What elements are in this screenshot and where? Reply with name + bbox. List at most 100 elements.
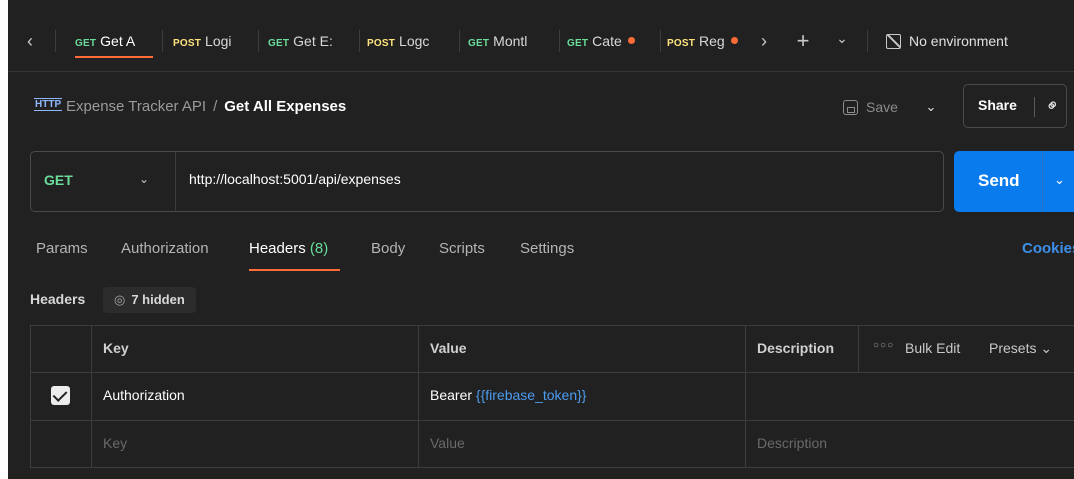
column-header-value: Value [418, 326, 745, 372]
tab-login[interactable]: POST Logi [173, 26, 253, 62]
save-options-chevron-icon[interactable]: ⌄ [916, 90, 946, 124]
http-icon: HTTP [34, 98, 63, 111]
scroll-tabs-right-icon[interactable]: › [756, 30, 772, 52]
variable-token[interactable]: {{firebase_token}} [476, 387, 587, 403]
tab-method: POST [367, 38, 396, 49]
tab-divider [55, 30, 56, 52]
tab-method: GET [268, 38, 290, 49]
chevron-down-icon[interactable]: ⌄ [139, 172, 149, 186]
hidden-headers-toggle[interactable]: ◎ 7 hidden [103, 287, 196, 313]
environment-selector[interactable]: No environment [886, 30, 1008, 52]
share-button[interactable]: Share [978, 97, 1017, 113]
postman-window: ‹ GET Get A POST Logi GET Get E: POST Logc G… [8, 0, 1074, 479]
more-options-icon[interactable]: ○○○ [873, 340, 894, 351]
chevron-down-icon: ⌄ [1040, 340, 1053, 356]
environment-label: No environment [909, 33, 1008, 49]
tab-title: Montl [493, 33, 528, 49]
headers-table: Key Value Description ○○○ Bulk Edit Pres… [30, 325, 1074, 468]
checkbox-column-header [31, 326, 91, 372]
send-divider [1042, 151, 1043, 212]
cookies-link[interactable]: Cookies [1022, 240, 1074, 257]
key-input[interactable]: Key [103, 435, 127, 451]
method-selector[interactable]: GET [44, 172, 73, 188]
tab-settings[interactable]: Settings [520, 240, 574, 257]
row-checkbox-cell [31, 373, 91, 420]
tab-divider [559, 30, 560, 52]
breadcrumb: Expense Tracker API / Get All Expenses [66, 98, 346, 115]
tab-divider [867, 30, 868, 52]
bulk-edit-button[interactable]: Bulk Edit [905, 340, 960, 356]
tab-title: Reg [699, 33, 725, 49]
tab-headers-label: Headers [249, 240, 306, 257]
no-environment-icon [886, 34, 901, 49]
url-bar: GET ⌄ http://localhost:5001/api/expenses [30, 151, 944, 212]
tab-divider [359, 30, 360, 52]
request-header: HTTP Expense Tracker API / Get All Expense… [8, 84, 1074, 128]
tab-title: Get E: [293, 33, 333, 49]
tab-divider [660, 30, 661, 52]
link-icon[interactable]: ⚭ [1041, 94, 1065, 118]
column-description-label: Description [757, 340, 835, 356]
key-cell[interactable]: Authorization [91, 373, 418, 420]
description-input-cell[interactable]: Description [745, 421, 1074, 468]
share-group: Share ⚭ [963, 84, 1067, 128]
tab-categories[interactable]: GET Cate [567, 26, 657, 62]
save-icon [843, 100, 858, 115]
eye-icon: ◎ [114, 292, 126, 307]
column-header-key: Key [91, 326, 418, 372]
save-label: Save [866, 99, 898, 115]
presets-label: Presets [989, 340, 1037, 356]
send-button[interactable]: Send [978, 171, 1020, 191]
tab-method: POST [667, 38, 696, 49]
description-input[interactable]: Description [757, 435, 827, 451]
send-button-group: Send ⌄ [954, 151, 1074, 212]
tab-monthly[interactable]: GET Montl [468, 26, 554, 62]
presets-dropdown[interactable]: Presets ⌄ [989, 340, 1052, 357]
tab-title: Logc [399, 33, 430, 49]
tab-params[interactable]: Params [36, 240, 88, 257]
table-actions: ○○○ Bulk Edit Presets ⌄ [858, 326, 1074, 372]
send-options-chevron-icon[interactable]: ⌄ [1054, 172, 1065, 188]
save-button[interactable]: Save [843, 96, 898, 118]
description-cell[interactable] [745, 373, 1074, 420]
row-enabled-checkbox[interactable] [51, 386, 70, 405]
tab-headers[interactable]: Headers (8) [249, 240, 328, 257]
tab-register[interactable]: POST Reg [667, 26, 753, 62]
request-tabs: Params Authorization Headers (8) Body Sc… [8, 236, 1074, 276]
column-key-label: Key [103, 340, 129, 356]
breadcrumb-separator: / [213, 98, 218, 115]
tab-divider [162, 30, 163, 52]
tab-title: Get A [100, 33, 136, 49]
value-input-cell[interactable]: Value [418, 421, 745, 468]
value-cell[interactable]: Bearer {{firebase_token}} [418, 373, 745, 420]
tab-scripts[interactable]: Scripts [439, 240, 485, 257]
tab-title: Logi [205, 33, 232, 49]
value-input[interactable]: Value [430, 435, 465, 451]
url-divider [175, 152, 176, 211]
new-tab-icon[interactable]: + [792, 30, 814, 52]
chevron-down-icon[interactable]: ⌄ [834, 30, 850, 52]
headers-section-label: Headers [30, 291, 86, 307]
hidden-headers-label: 7 hidden [131, 292, 185, 307]
tab-get-expense[interactable]: GET Get E: [268, 26, 354, 62]
active-tab-indicator [249, 269, 340, 271]
url-input[interactable]: http://localhost:5001/api/expenses [189, 171, 401, 187]
tab-body[interactable]: Body [371, 240, 405, 257]
tab-divider [258, 30, 259, 52]
tab-method: GET [468, 38, 490, 49]
page-title[interactable]: Get All Expenses [224, 98, 346, 115]
breadcrumb-collection[interactable]: Expense Tracker API [66, 98, 206, 115]
tab-method: POST [173, 38, 202, 49]
tab-authorization[interactable]: Authorization [121, 240, 209, 257]
unsaved-indicator [730, 37, 738, 44]
key-input-cell[interactable]: Key [91, 421, 418, 468]
scroll-tabs-left-icon[interactable]: ‹ [22, 31, 38, 51]
column-value-label: Value [430, 340, 467, 356]
tab-get-all-expenses[interactable]: GET Get A [75, 26, 153, 62]
table-header-row: Key Value Description ○○○ Bulk Edit Pres… [31, 326, 1074, 373]
header-key: Authorization [103, 387, 185, 403]
tab-divider [459, 30, 460, 52]
tab-logout[interactable]: POST Logc [367, 26, 453, 62]
column-header-description: Description [745, 326, 858, 372]
table-row: Key Value Description [31, 421, 1074, 468]
